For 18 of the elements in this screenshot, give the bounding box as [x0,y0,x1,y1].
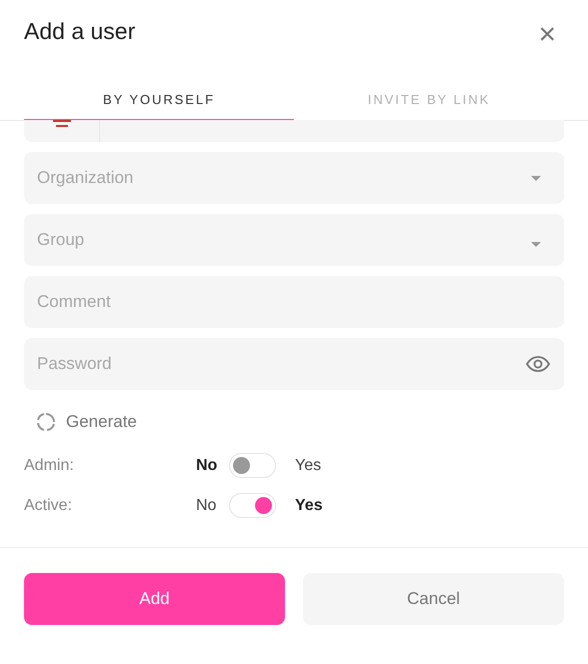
toggle-label: Active: [24,496,74,516]
generate-button[interactable]: Generate [36,409,137,434]
cancel-button[interactable]: Cancel [303,572,564,624]
yes-option: Yes [295,454,322,478]
no-option: No [196,494,229,518]
select-field[interactable]: Organization [24,152,564,204]
tab[interactable]: INVITE BY LINK [294,80,564,121]
select-placeholder: Organization [37,167,134,190]
password-field[interactable]: Password [24,338,564,390]
no-option: No [196,454,229,478]
dialog-title: Add a user [24,17,136,46]
add-button[interactable]: Add [24,572,285,624]
close-button[interactable]: × [538,20,556,50]
select-field[interactable]: Group [24,214,564,266]
comment-field[interactable]: Comment [24,276,564,328]
select-placeholder: Group [37,229,84,252]
yes-option: Yes [295,494,323,518]
toggle-label: Admin: [24,456,75,476]
